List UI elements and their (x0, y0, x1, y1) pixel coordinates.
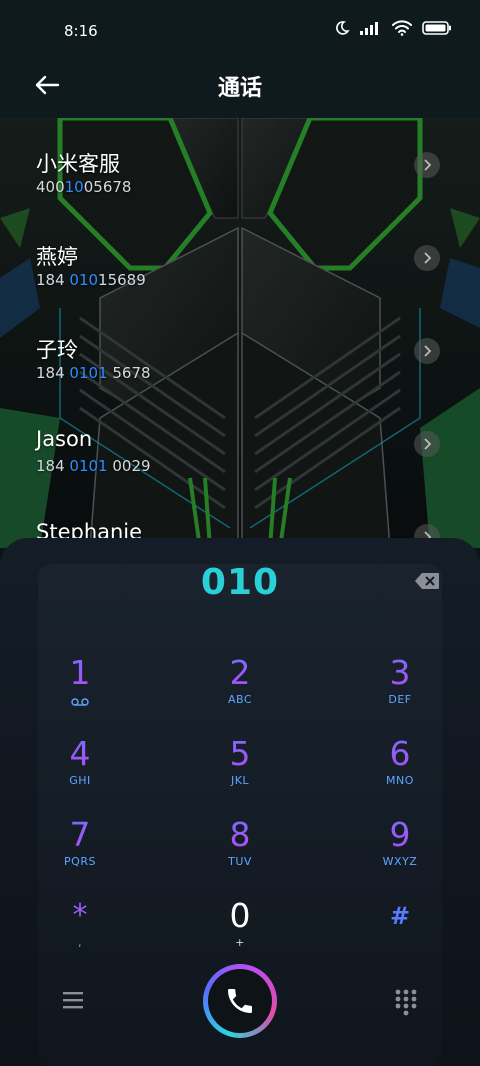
backspace-icon[interactable] (414, 572, 440, 590)
contact-name: 小米客服 (36, 152, 120, 176)
key-hash[interactable]: # (340, 897, 460, 969)
key-7[interactable]: 7 PQRS (20, 816, 140, 888)
chevron-right-icon[interactable] (414, 152, 440, 178)
status-bar: 8:16 (0, 0, 480, 62)
key-digit: 9 (340, 816, 460, 854)
key-digit: 7 (20, 816, 140, 854)
dialed-number: 010 (200, 562, 280, 603)
key-1[interactable]: 1 (20, 654, 140, 726)
key-digit: * (72, 898, 88, 933)
contact-number: 184 0101 0029 (36, 457, 151, 475)
key-0[interactable]: 0 + (180, 897, 300, 969)
contact-number: 4001005678 (36, 178, 132, 196)
contact-name: Jason (36, 427, 93, 451)
key-digit: 6 (340, 735, 460, 773)
chevron-right-icon[interactable] (414, 431, 440, 457)
key-letters: DEF (388, 693, 412, 706)
key-8[interactable]: 8 TUV (180, 816, 300, 888)
list-item[interactable]: Jason 184 0101 0029 (0, 397, 480, 490)
key-letters: + (235, 936, 245, 949)
voicemail-icon (71, 698, 89, 706)
chevron-right-icon[interactable] (414, 245, 440, 271)
signal-icon (360, 22, 378, 35)
list-item[interactable]: 小米客服 4001005678 (0, 118, 480, 211)
menu-icon[interactable] (62, 990, 84, 1010)
key-letters: WXYZ (382, 855, 418, 868)
key-5[interactable]: 5 JKL (180, 735, 300, 807)
list-item[interactable]: 燕婷 184 01015689 (0, 211, 480, 304)
call-button-face (208, 969, 272, 1033)
key-digit: 1 (20, 654, 140, 692)
key-digit: 3 (340, 654, 460, 692)
key-digit: 0 (229, 896, 251, 935)
status-time: 8:16 (64, 22, 98, 40)
wifi-icon (392, 20, 412, 36)
key-digit: 4 (20, 735, 140, 773)
battery-icon (422, 21, 451, 35)
call-button[interactable] (203, 964, 277, 1038)
contact-name: 燕婷 (36, 245, 78, 269)
phone-icon (228, 989, 252, 1013)
contact-name: 子玲 (36, 338, 78, 362)
key-digit: 5 (180, 735, 300, 773)
list-item[interactable]: 子玲 184 0101 5678 (0, 304, 480, 397)
key-2[interactable]: 2 ABC (180, 654, 300, 726)
key-9[interactable]: 9 WXYZ (340, 816, 460, 888)
moon-icon (336, 21, 350, 35)
keypad-icon[interactable] (394, 988, 418, 1016)
key-digit: 8 (180, 816, 300, 854)
contact-number: 184 01015689 (36, 271, 146, 289)
key-letters: ABC (227, 693, 253, 706)
key-letters: PQRS (64, 855, 96, 868)
key-3[interactable]: 3 DEF (340, 654, 460, 726)
key-letters: , (78, 936, 82, 949)
chevron-right-icon[interactable] (414, 338, 440, 364)
page-title: 通话 (217, 76, 262, 101)
key-letters: GHI (69, 774, 91, 787)
key-4[interactable]: 4 GHI (20, 735, 140, 807)
key-digit: 2 (180, 654, 300, 692)
key-6[interactable]: 6 MNO (340, 735, 460, 807)
contact-number: 184 0101 5678 (36, 364, 151, 382)
contact-suggestions-list: 小米客服 4001005678 燕婷 184 01015689 子玲 184 0… (0, 118, 480, 548)
key-letters: MNO (386, 774, 414, 787)
key-digit: # (389, 902, 411, 930)
key-letters: JKL (230, 774, 250, 787)
key-letters: TUV (228, 855, 252, 868)
title-bar: 通话 (0, 62, 480, 118)
key-star[interactable]: * , (20, 897, 140, 969)
dialer-panel: 010 1 2 ABC 3 DEF 4 GHI 5 JKL 6 MNO 7 PQ… (0, 538, 480, 1066)
status-icons (334, 20, 452, 36)
